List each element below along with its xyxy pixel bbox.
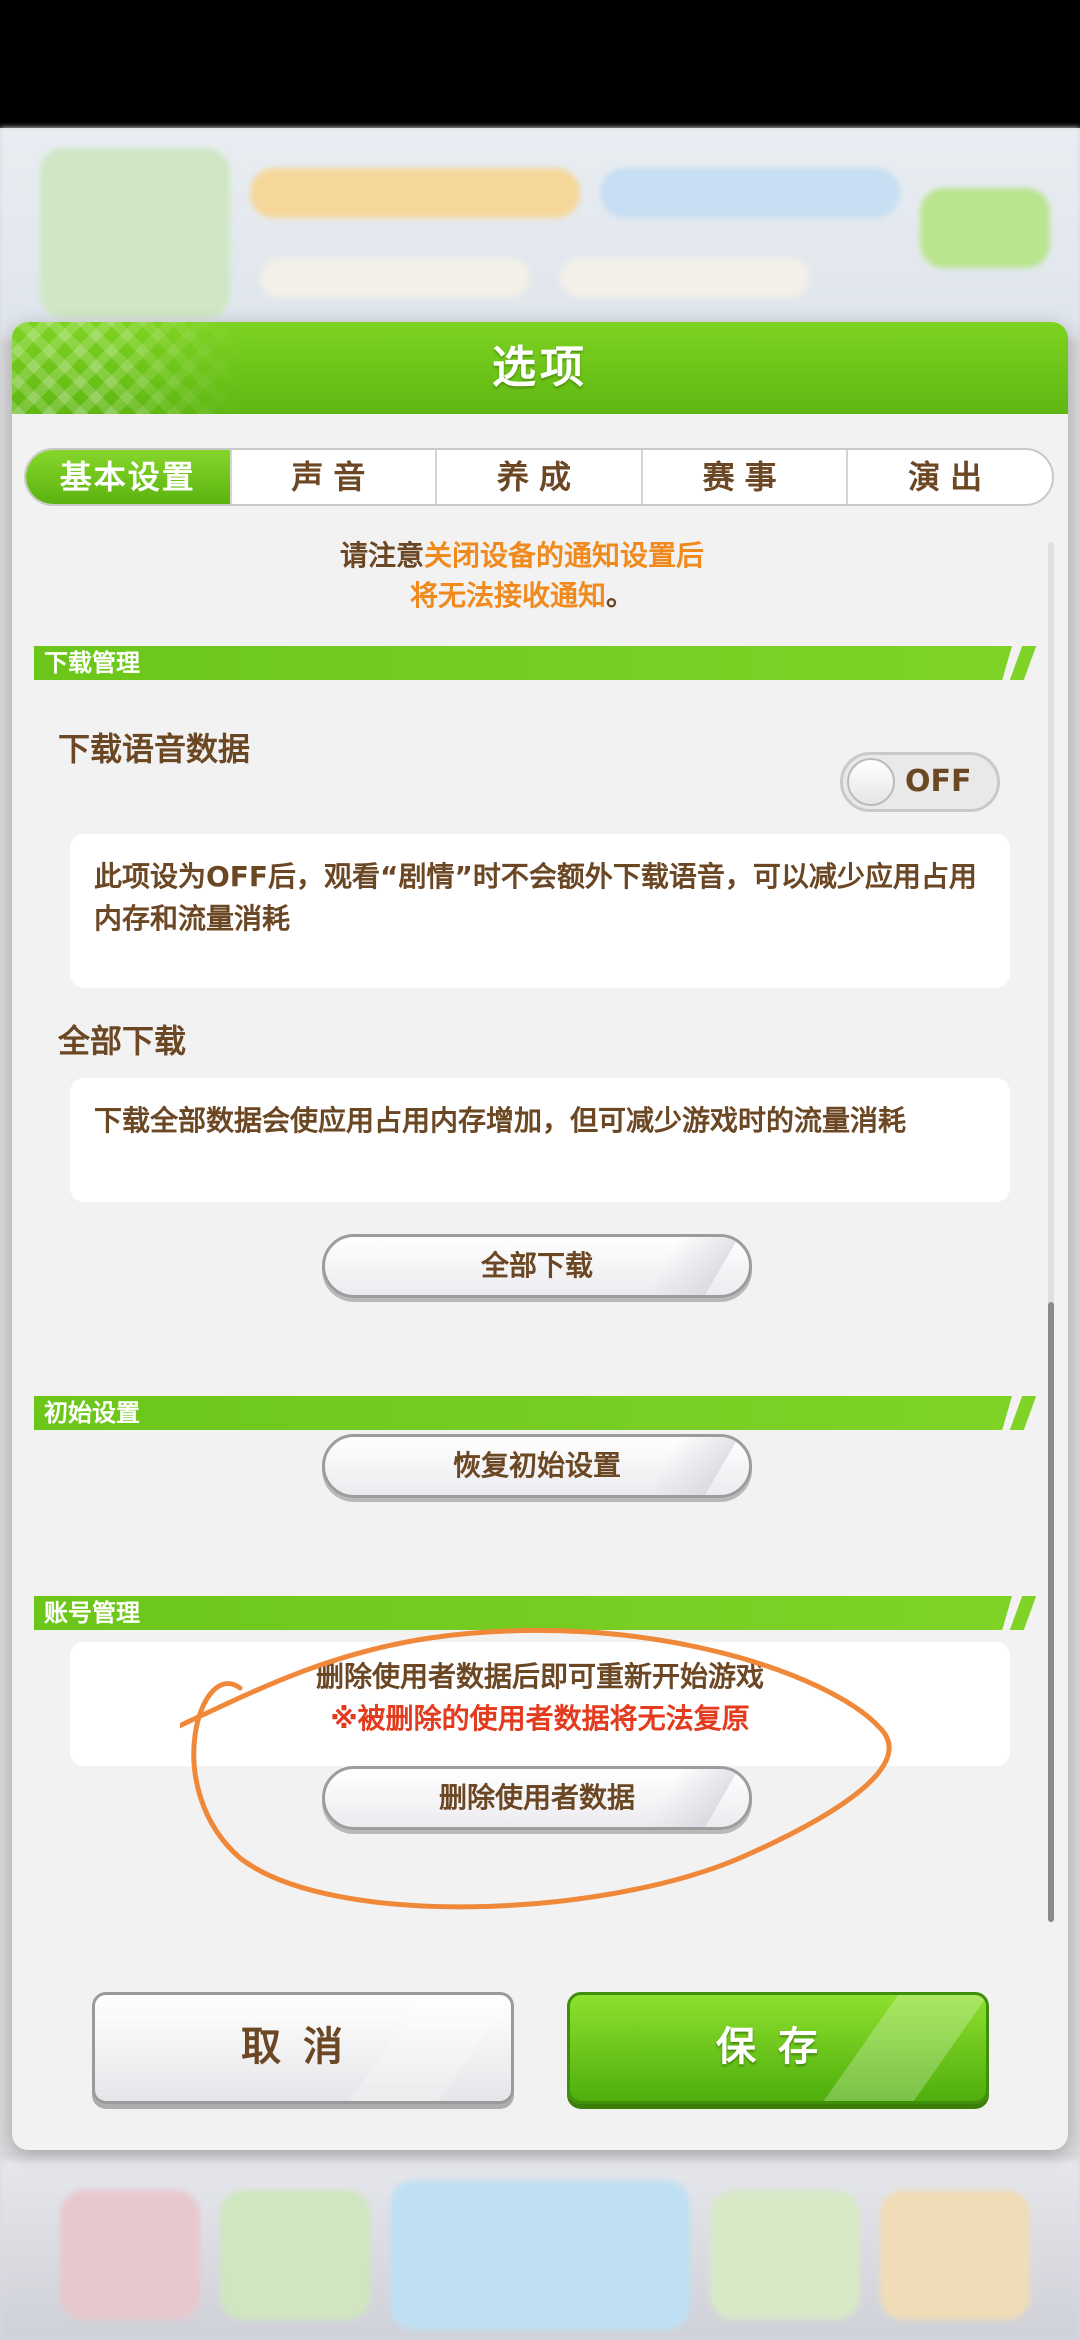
settings-scroll-area[interactable]: 请注意关闭设备的通知设置后 将无法接收通知。 下载管理 下载语音数据 OFF 此… (22, 534, 1058, 1934)
reset-settings-button[interactable]: 恢复初始设置 (322, 1434, 752, 1498)
delete-data-warning: ※被删除的使用者数据将无法复原 (330, 1702, 750, 1735)
background-bottom-nav (0, 2160, 1080, 2340)
notification-notice-line1: 请注意关闭设备的通知设置后 (22, 534, 1022, 574)
section-header-tail (1009, 646, 1037, 680)
notice-line2-suffix: 。 (606, 579, 635, 612)
download-voice-toggle[interactable]: OFF (840, 752, 1000, 812)
notice-prefix: 请注意 (339, 539, 424, 572)
section-header-tail (1009, 1396, 1037, 1430)
download-voice-title: 下载语音数据 (58, 730, 251, 768)
dialog-title: 选项 (492, 342, 588, 393)
notification-notice-line2: 将无法接收通知。 (22, 574, 1022, 614)
section-header-account: 账号管理 (34, 1596, 1012, 1630)
download-all-title: 全部下载 (58, 1022, 187, 1060)
tab-basic-settings[interactable]: 基本设置 (26, 450, 230, 504)
delete-data-desc-text: 删除使用者数据后即可重新开始游戏 (315, 1660, 764, 1693)
background-home-screen (0, 128, 1080, 338)
delete-data-description: 删除使用者数据后即可重新开始游戏 ※被删除的使用者数据将无法复原 (70, 1642, 1010, 1766)
download-voice-description: 此项设为OFF后，观看“剧情”时不会额外下载语音，可以减少应用占用内存和流量消耗 (70, 834, 1010, 988)
download-all-description: 下载全部数据会使应用占用内存增加，但可减少游戏时的流量消耗 (70, 1078, 1010, 1202)
delete-user-data-button[interactable]: 删除使用者数据 (322, 1766, 752, 1830)
cancel-button[interactable]: 取消 (92, 1992, 514, 2104)
scrollbar-track[interactable] (1048, 542, 1054, 1922)
status-bar (0, 0, 1080, 128)
options-dialog: 选项 基本设置 声音 养成 赛事 演出 请注意关闭设备的通知设置后 将无法接收通… (12, 322, 1068, 2150)
download-all-button[interactable]: 全部下载 (322, 1234, 752, 1298)
toggle-knob (847, 758, 895, 806)
tab-training[interactable]: 养成 (435, 450, 641, 504)
scrollbar-thumb[interactable] (1048, 1302, 1054, 1922)
notice-highlight: 关闭设备的通知设置后 (424, 539, 705, 572)
notice-line2-text: 将无法接收通知 (409, 579, 606, 612)
save-button[interactable]: 保存 (567, 1992, 989, 2104)
tab-bar: 基本设置 声音 养成 赛事 演出 (24, 448, 1054, 506)
tab-performance[interactable]: 演出 (846, 450, 1052, 504)
dialog-header: 选项 (12, 322, 1068, 414)
tab-sound[interactable]: 声音 (229, 450, 436, 504)
toggle-state-label: OFF (905, 764, 972, 799)
section-title: 账号管理 (44, 1599, 140, 1627)
section-title: 下载管理 (44, 649, 140, 677)
section-header-download: 下载管理 (34, 646, 1012, 680)
section-header-init: 初始设置 (34, 1396, 1012, 1430)
section-title: 初始设置 (44, 1399, 140, 1427)
section-header-tail (1009, 1596, 1037, 1630)
tab-races[interactable]: 赛事 (640, 450, 847, 504)
